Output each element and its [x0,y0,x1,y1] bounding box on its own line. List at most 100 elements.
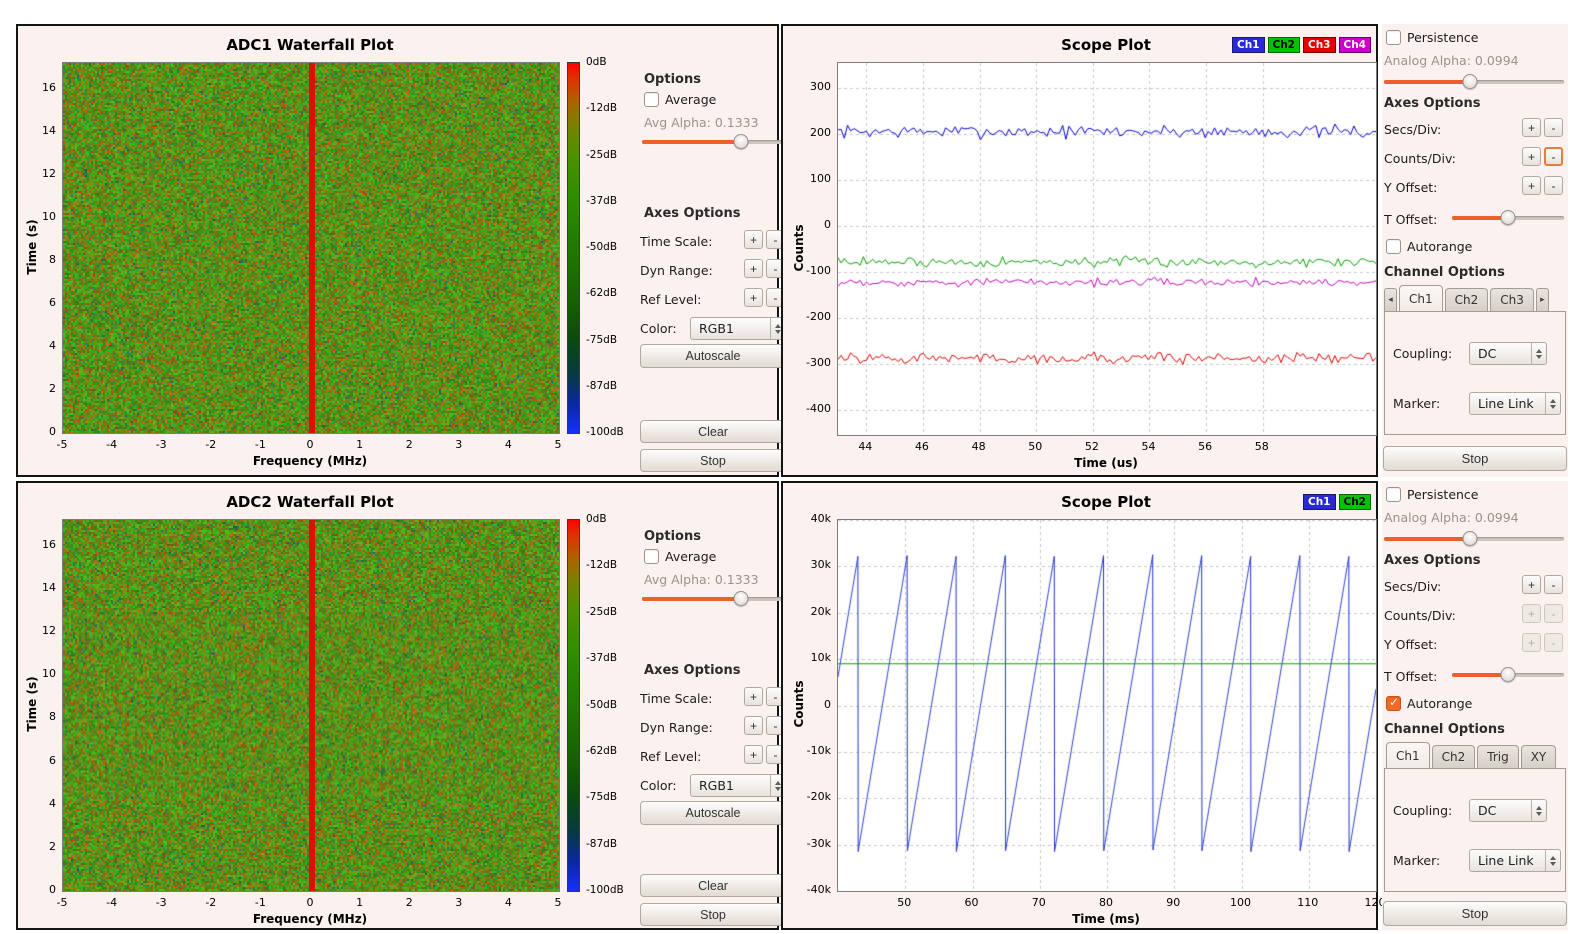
legend-chip-ch1[interactable]: Ch1 [1232,37,1265,53]
y-tick-label: -40k [789,883,831,896]
marker-select-value: Line Link [1470,853,1545,868]
time-scale-plus-button[interactable]: + [744,687,763,706]
persistence-checkbox[interactable]: Persistence [1386,30,1479,45]
clear-button[interactable]: Clear [640,874,786,897]
slider-knob[interactable] [1501,210,1516,225]
autorange-checkbox-box[interactable] [1386,696,1401,711]
secs-div-plus-button[interactable]: + [1522,118,1541,137]
channel-tab-panel: Coupling: DC Marker: Line Link [1384,311,1566,435]
legend-chip-ch3[interactable]: Ch3 [1303,37,1336,53]
average-checkbox[interactable]: Average [644,549,716,564]
clear-button[interactable]: Clear [640,420,786,443]
y-tick-label: 6 [14,754,56,767]
x-tick-label: 100 [1230,896,1251,909]
tab-ch2[interactable]: Ch2 [1432,745,1476,768]
stop-button[interactable]: Stop [1383,446,1567,471]
tab-ch2[interactable]: Ch2 [1445,288,1489,311]
marker-select[interactable]: Line Link [1469,849,1561,872]
legend-chip-ch1[interactable]: Ch1 [1303,494,1336,510]
secs-div-plus-button[interactable]: + [1522,575,1541,594]
slider-knob[interactable] [734,134,749,149]
scope2-plot[interactable] [837,519,1377,892]
autoscale-button[interactable]: Autoscale [640,344,786,368]
counts-div-plus-button[interactable]: + [1522,147,1541,166]
legend-chip-ch4[interactable]: Ch4 [1339,37,1372,53]
scope1-canvas[interactable] [838,63,1376,435]
tab-ch1[interactable]: Ch1 [1399,285,1443,311]
tab-ch3[interactable]: Ch3 [1490,288,1534,311]
tab-xy[interactable]: XY [1521,745,1557,768]
t-offset-slider[interactable] [1452,210,1564,225]
average-checkbox-box[interactable] [644,549,659,564]
x-tick-label: -3 [156,438,167,451]
tabs-scroll-right-icon[interactable]: ▸ [1536,288,1549,311]
adc2-waterfall-plot[interactable] [62,519,560,892]
slider-knob[interactable] [1463,74,1478,89]
spinner-arrows-icon[interactable] [1531,800,1546,821]
slider-knob[interactable] [734,591,749,606]
color-select[interactable]: RGB1 [690,317,786,340]
color-select[interactable]: RGB1 [690,774,786,797]
autoscale-button[interactable]: Autoscale [640,801,786,825]
secs-div-minus-button[interactable]: - [1544,118,1563,137]
legend-chip-ch2[interactable]: Ch2 [1268,37,1301,53]
stop-button[interactable]: Stop [640,903,786,926]
counts-div-minus-button[interactable]: - [1544,147,1563,166]
slider-knob[interactable] [1463,531,1478,546]
scope2-x-axis-label: Time (ms) [837,912,1375,926]
y-offset-plus-button[interactable]: + [1522,176,1541,195]
spinner-arrows-icon[interactable] [1545,850,1560,871]
stop-button[interactable]: Stop [640,449,786,472]
y-tick-label: 0 [789,698,831,711]
x-tick-label: -5 [57,438,68,451]
ref-level-plus-button[interactable]: + [744,288,763,307]
persistence-checkbox[interactable]: Persistence [1386,487,1479,502]
color-label: Color: [640,778,677,793]
autorange-checkbox-box[interactable] [1386,239,1401,254]
x-tick-label: -3 [156,896,167,909]
average-checkbox-box[interactable] [644,92,659,107]
scope2-control-column: Persistence Analog Alpha: 0.0994 Axes Op… [1382,481,1568,930]
analog-alpha-slider[interactable] [1384,531,1564,546]
tab-ch1[interactable]: Ch1 [1386,742,1430,768]
coupling-select[interactable]: DC [1469,799,1547,822]
scope1-plot[interactable] [837,62,1377,436]
coupling-select[interactable]: DC [1469,342,1547,365]
coupling-label: Coupling: [1393,346,1452,361]
y-offset-minus-button[interactable]: - [1544,633,1563,652]
avg-alpha-slider[interactable] [642,134,784,149]
persistence-checkbox-box[interactable] [1386,487,1401,502]
average-checkbox[interactable]: Average [644,92,716,107]
marker-select[interactable]: Line Link [1469,392,1561,415]
time-scale-plus-button[interactable]: + [744,230,763,249]
tab-trig[interactable]: Trig [1477,745,1518,768]
adc1-options-column: Options Average Avg Alpha: 0.1333 Axes O… [640,26,786,479]
spinner-arrows-icon[interactable] [1545,393,1560,414]
y-offset-plus-button[interactable]: + [1522,633,1541,652]
autorange-checkbox[interactable]: Autorange [1386,696,1472,711]
color-select-value: RGB1 [691,321,770,336]
secs-div-minus-button[interactable]: - [1544,575,1563,594]
dyn-range-plus-button[interactable]: + [744,716,763,735]
adc2-waterfall-canvas[interactable] [63,520,559,891]
slider-knob[interactable] [1501,667,1516,682]
x-tick-label: 4 [505,896,512,909]
t-offset-slider[interactable] [1452,667,1564,682]
y-offset-minus-button[interactable]: - [1544,176,1563,195]
scope2-canvas[interactable] [838,520,1376,891]
adc1-waterfall-canvas[interactable] [63,63,559,433]
counts-div-minus-button[interactable]: - [1544,604,1563,623]
tabs-scroll-left-icon[interactable]: ◂ [1384,288,1397,311]
y-tick-label: -200 [789,310,831,323]
adc1-waterfall-plot[interactable] [62,62,560,434]
spinner-arrows-icon[interactable] [1531,343,1546,364]
persistence-checkbox-box[interactable] [1386,30,1401,45]
dyn-range-plus-button[interactable]: + [744,259,763,278]
ref-level-plus-button[interactable]: + [744,745,763,764]
analog-alpha-slider[interactable] [1384,74,1564,89]
counts-div-plus-button[interactable]: + [1522,604,1541,623]
avg-alpha-slider[interactable] [642,591,784,606]
legend-chip-ch2[interactable]: Ch2 [1339,494,1372,510]
autorange-checkbox[interactable]: Autorange [1386,239,1472,254]
stop-button[interactable]: Stop [1383,901,1567,926]
